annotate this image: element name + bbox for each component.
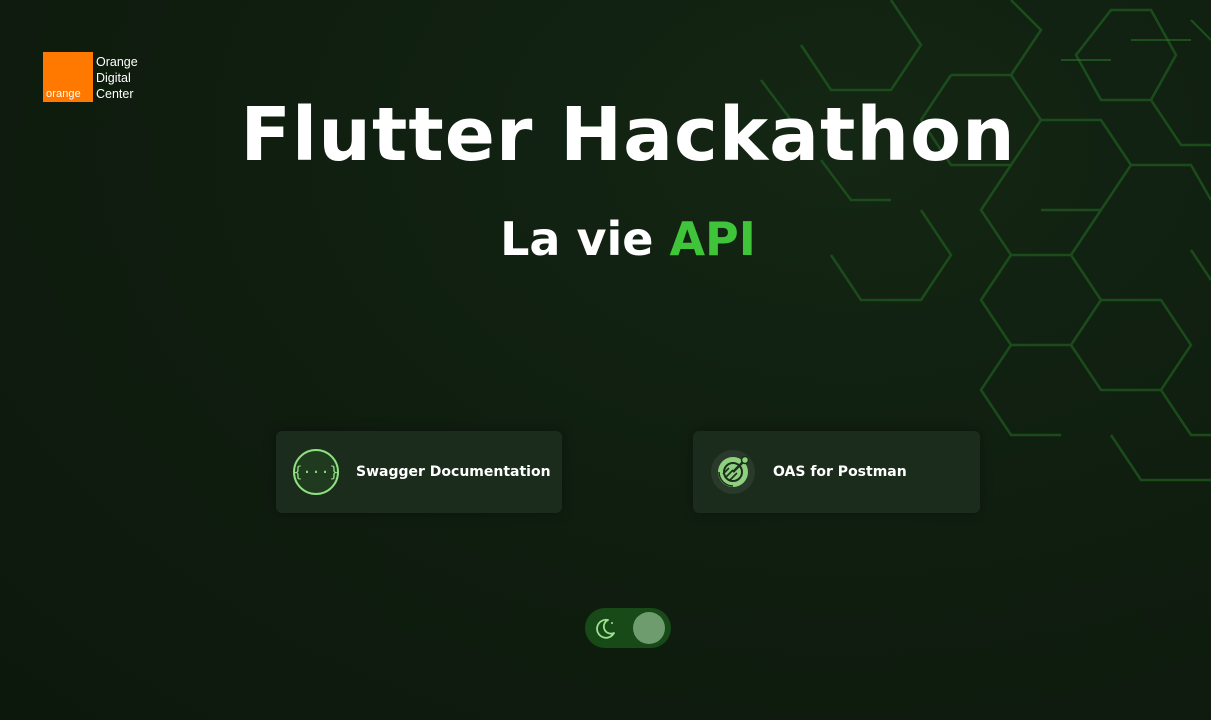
postman-icon [711, 450, 755, 494]
subtitle-accent: API [669, 212, 756, 266]
swagger-documentation-button[interactable]: {···} Swagger Documentation [276, 431, 562, 513]
oas-for-postman-button[interactable]: OAS for Postman [693, 431, 980, 513]
logo-line-1: Orange [96, 55, 138, 69]
toggle-knob[interactable] [633, 612, 665, 644]
page-title: Flutter Hackathon [240, 92, 1016, 178]
landing-page: orange Orange Digital Center Flutter Hac… [0, 0, 1211, 720]
svg-text:{···}: {···} [293, 463, 338, 481]
moon-icon [596, 618, 615, 639]
subtitle-prefix: La vie [500, 212, 654, 266]
page-subtitle: La vie API [0, 212, 1211, 266]
logo-line-2: Digital [96, 71, 131, 85]
swagger-documentation-label: Swagger Documentation [356, 464, 551, 480]
dark-mode-toggle[interactable] [585, 608, 671, 648]
swagger-icon: {···} [293, 449, 339, 495]
oas-for-postman-label: OAS for Postman [773, 464, 907, 480]
